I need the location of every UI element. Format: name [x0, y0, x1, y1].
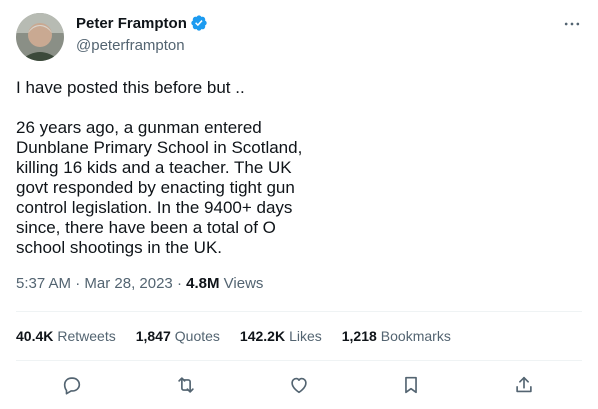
stat-label: Bookmarks [380, 328, 451, 344]
tweet-text: I have posted this before but .. 26 year… [16, 78, 303, 257]
views-label: Views [223, 275, 264, 292]
avatar[interactable] [16, 13, 64, 61]
meta-separator: · [176, 275, 187, 292]
stat-label: Retweets [57, 328, 116, 344]
verified-badge-icon [190, 14, 208, 32]
more-icon[interactable] [562, 14, 582, 34]
stat-count: 1,847 [135, 328, 171, 344]
stat-quotes[interactable]: 1,847 Quotes [136, 328, 220, 344]
action-bar [0, 370, 598, 400]
stat-count: 1,218 [341, 328, 377, 344]
stat-retweets[interactable]: 40.4K Retweets [16, 328, 116, 344]
stat-label: Quotes [174, 328, 220, 344]
heart-icon[interactable] [284, 370, 314, 400]
author-handle[interactable]: @peterframpton [76, 37, 185, 54]
stat-count: 142.2K [239, 328, 286, 344]
views-count: 4.8M [186, 275, 220, 292]
stat-likes[interactable]: 142.2K Likes [240, 328, 322, 344]
retweet-icon[interactable] [171, 370, 201, 400]
author-name-row[interactable]: Peter Frampton [76, 14, 208, 32]
divider [16, 360, 582, 361]
display-name[interactable]: Peter Frampton [76, 15, 187, 32]
reply-icon[interactable] [57, 370, 87, 400]
tweet-meta: 5:37 AM · Mar 28, 2023 · 4.8M Views [16, 275, 263, 292]
tweet-time[interactable]: 5:37 AM [16, 275, 71, 292]
stat-bookmarks[interactable]: 1,218 Bookmarks [342, 328, 451, 344]
engagement-stats: 40.4K Retweets 1,847 Quotes 142.2K Likes 1,… [16, 328, 471, 344]
stat-label: Likes [289, 328, 322, 344]
stat-count: 40.4K [16, 328, 54, 344]
meta-separator: · [75, 275, 85, 292]
share-icon[interactable] [509, 370, 539, 400]
divider [16, 311, 582, 312]
tweet-date[interactable]: Mar 28, 2023 [84, 275, 172, 292]
bookmark-icon[interactable] [396, 370, 426, 400]
